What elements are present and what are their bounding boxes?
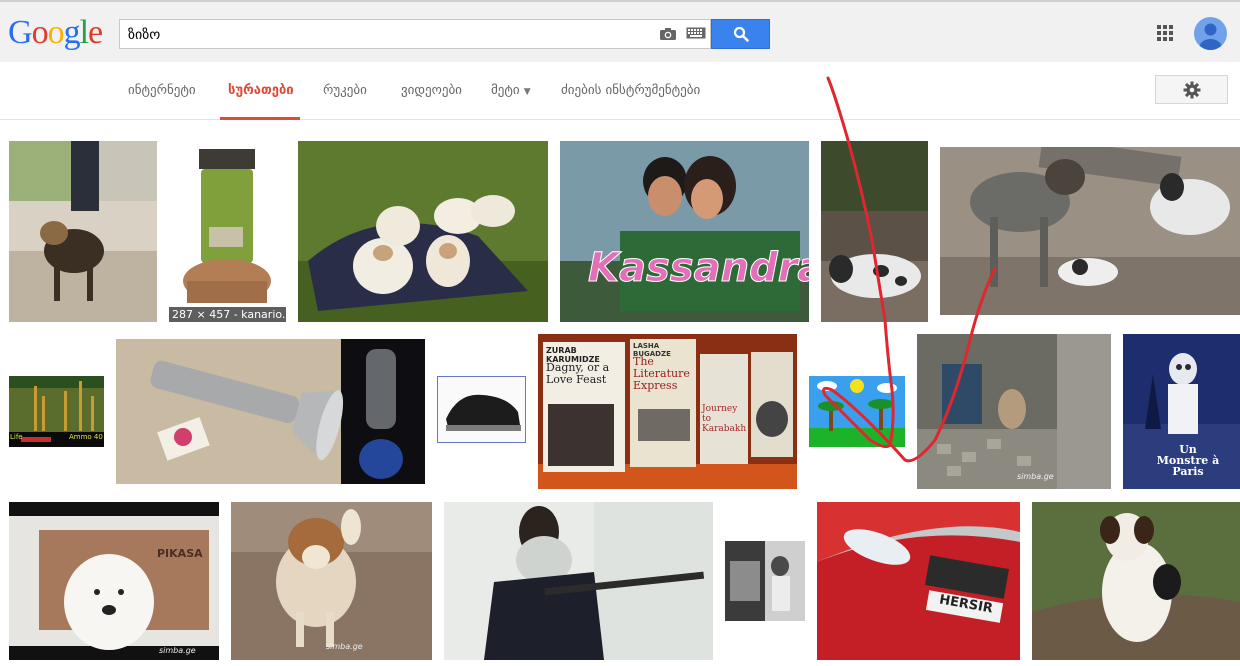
book3-title: Journey to Karabakh [702, 404, 747, 434]
image-result-game[interactable]: Life Ammo 40 [9, 376, 104, 447]
user-icon [1199, 23, 1222, 50]
chevron-down-icon: ▼ [523, 87, 531, 97]
account-avatar[interactable] [1194, 17, 1227, 50]
google-logo[interactable]: Google [8, 14, 103, 52]
thumbnail-yard-dog [917, 334, 1111, 489]
thumbnail-vintage-photo [725, 541, 805, 621]
tab-more[interactable]: მეტი ▼ [491, 83, 531, 98]
thumbnail-kerosene-heater [169, 141, 286, 322]
thumbnail-puppies [298, 141, 548, 322]
tab-web[interactable]: ინტერნეტი [128, 83, 196, 98]
image-result-german-shepherd[interactable] [9, 141, 157, 322]
book2-title: The Literature Express [633, 355, 690, 392]
thumbnail-sneaker [438, 377, 525, 442]
thumbnail-black-white-dog [821, 141, 928, 322]
search-icon [733, 26, 749, 42]
image-result-kassandra[interactable]: Kassandra [560, 141, 809, 322]
image-result-sneaker[interactable] [437, 376, 526, 443]
image-result-flashlight[interactable] [116, 339, 425, 484]
keyboard-icon[interactable] [686, 27, 706, 39]
thumbnail-man-scarf [444, 502, 713, 660]
tab-images[interactable]: სურათები [228, 83, 294, 98]
thumbnail-red-car [817, 502, 1020, 660]
settings-button[interactable] [1155, 75, 1228, 104]
tab-search-tools[interactable]: ძიების ინსტრუმენტები [561, 83, 700, 98]
image-result-man-scarf[interactable] [444, 502, 713, 660]
tab-videos[interactable]: ვიდეოები [401, 83, 462, 98]
image-result-black-white-dog[interactable] [821, 141, 928, 322]
image-result-red-car[interactable]: HERSIR [817, 502, 1020, 660]
image-result-hunting-dogs[interactable] [940, 147, 1240, 315]
gear-icon [1183, 81, 1200, 98]
search-box [119, 19, 711, 49]
image-result-puppy-dirt[interactable]: simba.ge [231, 502, 432, 660]
top-bar: Google [0, 0, 1240, 62]
image-result-palm-trees[interactable] [809, 376, 905, 447]
thumbnail-palm-trees [809, 376, 905, 447]
svg-text:Kassandra: Kassandra [588, 245, 809, 291]
image-result-yard-dog[interactable]: simba.ge [917, 334, 1111, 489]
search-input[interactable] [126, 23, 650, 47]
book1-title: Dagny, or a Love Feast [546, 361, 610, 386]
thumbnail-german-shepherd [9, 141, 157, 322]
thumbnail-flashlight [116, 339, 425, 484]
image-result-monster-paris[interactable]: Un Monstre à Paris [1123, 334, 1240, 489]
apps-grid-icon[interactable] [1157, 25, 1173, 41]
search-button[interactable] [711, 19, 770, 49]
thumbnail-puppy-dirt [231, 502, 432, 660]
game-ammo-label: Ammo 40 [69, 433, 103, 441]
camera-icon[interactable] [659, 27, 677, 41]
image-size-caption: 287 × 457 - kanario... [169, 307, 286, 322]
image-result-puppies[interactable] [298, 141, 548, 322]
thumbnail-jack-russell [1032, 502, 1240, 660]
image-result-books[interactable]: ZURAB KARUMIDZE Dagny, or a Love Feast L… [538, 334, 797, 489]
tab-maps[interactable]: რუკები [323, 83, 367, 98]
thumbnail-hunting-dogs [940, 147, 1240, 315]
image-result-jack-russell[interactable] [1032, 502, 1240, 660]
watermark: simba.ge [159, 646, 196, 655]
active-tab-indicator [220, 117, 300, 120]
tab-more-label: მეტი [491, 83, 520, 98]
image-result-vintage-photo[interactable] [725, 541, 805, 621]
thumbnail-kassandra: Kassandra [560, 141, 809, 322]
watermark: simba.ge [1017, 472, 1054, 481]
thumbnail-white-dog-snow [9, 502, 219, 660]
game-life-label: Life [10, 433, 23, 441]
wall-graffiti: PIKASA [157, 547, 203, 560]
image-result-white-dog-snow[interactable]: PIKASA simba.ge [9, 502, 219, 660]
movie-title: Un Monstre à Paris [1156, 443, 1220, 478]
search-tabs: ინტერნეტი სურათები რუკები ვიდეოები მეტი … [0, 62, 1240, 120]
watermark: simba.ge [326, 642, 363, 651]
image-result-kerosene-heater[interactable]: 287 × 457 - kanario... [169, 141, 286, 322]
